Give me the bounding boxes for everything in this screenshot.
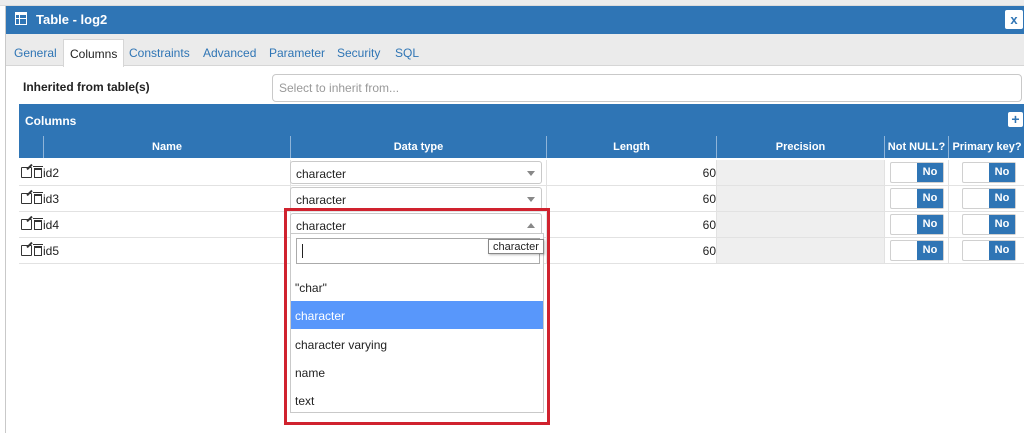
row-actions	[21, 192, 43, 205]
inherited-label: Inherited from table(s)	[23, 80, 150, 94]
not-null-value: No	[917, 189, 943, 208]
length-value[interactable]: 60	[546, 166, 716, 180]
cell-divider	[884, 238, 885, 264]
column-header-name: Name	[43, 136, 290, 158]
not-null-toggle[interactable]: No	[890, 214, 944, 235]
dialog-titlebar: Table - log2 x	[6, 6, 1024, 34]
tab-sql[interactable]: SQL	[395, 46, 419, 60]
tab-security[interactable]: Security	[337, 46, 380, 60]
tab-parameter[interactable]: Parameter	[269, 46, 325, 60]
column-header-data-type: Data type	[290, 136, 546, 158]
row-name[interactable]: id5	[43, 244, 59, 258]
length-value[interactable]: 60	[546, 192, 716, 206]
cell-divider	[884, 160, 885, 186]
edit-icon[interactable]	[21, 245, 32, 256]
length-value[interactable]: 60	[546, 218, 716, 232]
data-type-select[interactable]: character	[290, 161, 542, 184]
row-actions	[21, 244, 43, 257]
not-null-value: No	[917, 215, 943, 234]
trash-icon[interactable]	[33, 244, 43, 256]
precision-cell	[716, 186, 884, 211]
tab-constraints[interactable]: Constraints	[129, 46, 190, 60]
highlight-box	[284, 208, 550, 425]
not-null-value: No	[917, 163, 943, 182]
row-actions	[21, 166, 43, 179]
primary-key-toggle[interactable]: No	[962, 188, 1016, 209]
column-header-primary-key: Primary key?	[948, 136, 1024, 158]
cell-divider	[948, 160, 949, 186]
row-actions	[21, 218, 43, 231]
column-header-length: Length	[546, 136, 716, 158]
not-null-toggle[interactable]: No	[890, 162, 944, 183]
table-row: id2 character 60 No No	[19, 160, 1024, 186]
row-name[interactable]: id3	[43, 192, 59, 206]
inherit-select[interactable]: Select to inherit from...	[272, 74, 1022, 102]
primary-key-value: No	[989, 241, 1015, 260]
data-type-select[interactable]: character	[290, 187, 542, 210]
trash-icon[interactable]	[33, 192, 43, 204]
not-null-value: No	[917, 241, 943, 260]
data-type-value: character	[296, 167, 347, 181]
edit-icon[interactable]	[21, 167, 32, 178]
primary-key-value: No	[989, 215, 1015, 234]
chevron-down-icon	[527, 171, 535, 176]
edit-icon[interactable]	[21, 193, 32, 204]
length-value[interactable]: 60	[546, 244, 716, 258]
precision-cell	[716, 238, 884, 263]
cell-divider	[884, 212, 885, 238]
data-type-value: character	[296, 193, 347, 207]
tab-general[interactable]: General	[14, 46, 57, 60]
row-name[interactable]: id4	[43, 218, 59, 232]
cell-divider	[948, 212, 949, 238]
primary-key-toggle[interactable]: No	[962, 162, 1016, 183]
tab-columns[interactable]: Columns	[63, 39, 125, 67]
column-header-precision: Precision	[716, 136, 884, 158]
columns-grid-title: Columns	[25, 114, 77, 128]
cell-divider	[884, 186, 885, 212]
plus-icon[interactable]: +	[1008, 112, 1023, 127]
primary-key-value: No	[989, 189, 1015, 208]
columns-grid-header: Columns +	[19, 104, 1024, 136]
column-header-not-null: Not NULL?	[884, 136, 948, 158]
not-null-toggle[interactable]: No	[890, 188, 944, 209]
primary-key-value: No	[989, 163, 1015, 182]
tab-bar: General Columns Constraints Advanced Par…	[6, 34, 1024, 67]
cell-divider	[948, 238, 949, 264]
primary-key-toggle[interactable]: No	[962, 240, 1016, 261]
precision-cell	[716, 212, 884, 237]
cell-divider	[948, 186, 949, 212]
trash-icon[interactable]	[33, 218, 43, 230]
primary-key-toggle[interactable]: No	[962, 214, 1016, 235]
not-null-toggle[interactable]: No	[890, 240, 944, 261]
chevron-down-icon	[527, 197, 535, 202]
trash-icon[interactable]	[33, 166, 43, 178]
edit-icon[interactable]	[21, 219, 32, 230]
row-name[interactable]: id2	[43, 166, 59, 180]
tab-advanced[interactable]: Advanced	[203, 46, 256, 60]
column-header-actions	[19, 136, 43, 158]
dialog-title: Table - log2	[36, 12, 108, 27]
close-icon[interactable]: x	[1005, 10, 1023, 29]
table-icon	[15, 12, 27, 25]
precision-cell	[716, 160, 884, 185]
